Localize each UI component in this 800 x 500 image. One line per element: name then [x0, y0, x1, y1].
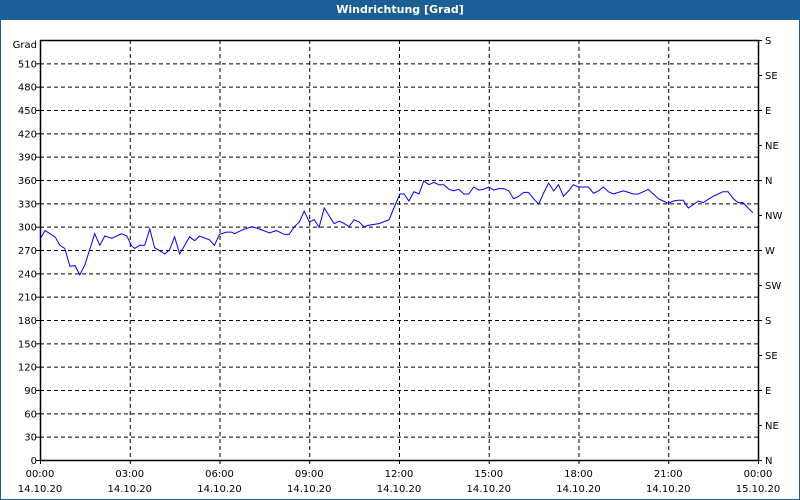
x-tick-time: 15:00: [474, 469, 503, 480]
y-tick-label: 30: [24, 433, 37, 444]
compass-label: SW: [765, 281, 781, 292]
x-tick-date: 14.10.20: [287, 484, 332, 495]
x-tick-date: 14.10.20: [646, 484, 691, 495]
compass-label: NE: [765, 141, 779, 152]
x-tick-time: 00:00: [26, 469, 55, 480]
x-tick-time: 21:00: [654, 469, 683, 480]
y-tick-label: 510: [18, 59, 37, 70]
y-tick-label: 150: [18, 339, 37, 350]
compass-label: S: [765, 36, 771, 47]
y-tick-label: 180: [18, 316, 37, 327]
x-tick-date: 14.10.20: [466, 484, 511, 495]
y-tick-label: 390: [18, 153, 37, 164]
y-tick-label: 360: [18, 176, 37, 187]
y-tick-label: 120: [18, 363, 37, 374]
compass-label: SE: [765, 351, 778, 362]
y-tick-label: 270: [18, 246, 37, 257]
compass-label: W: [765, 246, 775, 257]
y-tick-label: 480: [18, 83, 37, 94]
x-tick-time: 06:00: [205, 469, 234, 480]
x-tick-date: 14.10.20: [197, 484, 242, 495]
y-tick-label: 60: [24, 409, 37, 420]
y-tick-label: 0: [31, 456, 37, 467]
x-tick-date: 15.10.20: [736, 484, 781, 495]
x-tick-time: 18:00: [564, 469, 593, 480]
x-tick-time: 12:00: [385, 469, 414, 480]
wind-direction-chart: 0 30 60 90 120 150 180 210 240 270 300 330 360 390 420…: [13, 36, 783, 495]
x-tick-date: 14.10.20: [18, 484, 63, 495]
compass-label: N: [765, 456, 772, 467]
x-tick-time: 09:00: [295, 469, 324, 480]
y-axis-label: Grad: [13, 40, 37, 51]
y-tick-label: 420: [18, 129, 37, 140]
compass-label: E: [765, 106, 771, 117]
y-tick-label: 90: [24, 386, 37, 397]
x-tick-date: 14.10.20: [107, 484, 152, 495]
compass-label: S: [765, 316, 771, 327]
series-line-windrichtung: [39, 179, 754, 276]
x-tick-time: 03:00: [115, 469, 144, 480]
y-tick-label: 210: [18, 293, 37, 304]
compass-label: SE: [765, 71, 778, 82]
x-tick-date: 14.10.20: [377, 484, 422, 495]
y-tick-label: 240: [18, 269, 37, 280]
y-tick-label: 330: [18, 199, 37, 210]
x-tick-date: 14.10.20: [556, 484, 601, 495]
compass-label: E: [765, 386, 771, 397]
y-tick-label: 450: [18, 106, 37, 117]
compass-label: NE: [765, 421, 779, 432]
y-tick-label: 300: [18, 223, 37, 234]
x-tick-time: 00:00: [744, 469, 773, 480]
compass-label: N: [765, 176, 772, 187]
compass-label: NW: [765, 211, 782, 222]
